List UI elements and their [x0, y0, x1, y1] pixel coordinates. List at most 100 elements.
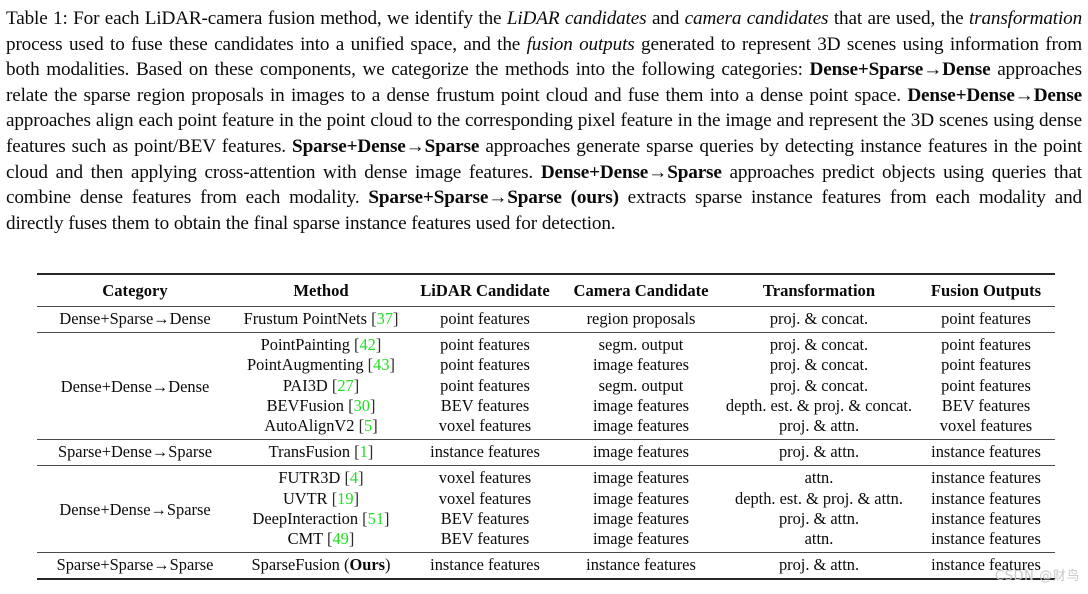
cell-category: Dense+Dense→Dense — [60, 377, 210, 397]
cell-lidar-candidate: point features — [440, 309, 530, 328]
caption-segment-13: Sparse+Dense→Sparse — [292, 135, 480, 157]
citation-bracket-close: ] — [392, 309, 399, 328]
cell-method: BEVFusion [30] — [233, 396, 409, 416]
cell-camera-candidate: image features — [592, 416, 689, 436]
cell-category: Sparse+Dense→Sparse — [58, 442, 212, 462]
table-row: Dense+Sparse→Dense Frustum PointNets [37]… — [37, 306, 1055, 333]
cell-method: Frustum PointNets [37] — [233, 307, 409, 333]
cell-lidar-candidate: point features — [440, 335, 530, 355]
cell-method: FUTR3D [4] — [233, 466, 409, 489]
caption-segment-1: LiDAR candidates — [506, 8, 647, 29]
cell-method: SparseFusion (Ours) — [251, 555, 391, 575]
ours-marker: Ours — [349, 555, 385, 575]
method-name: TransFusion — [268, 442, 351, 462]
citation-number[interactable]: 43 — [373, 355, 389, 374]
cell-category: Dense+Sparse→Dense — [59, 309, 211, 328]
caption-segment-2: and — [646, 8, 685, 29]
paper-table-page: Table 1: For each LiDAR-camera fusion me… — [0, 0, 1088, 594]
method-name: DeepInteraction — [252, 508, 359, 528]
citation-number[interactable]: 19 — [337, 489, 353, 508]
cell-lidar-candidate: BEV features — [440, 529, 530, 549]
table-body: Dense+Sparse→Dense Frustum PointNets [37]… — [37, 306, 1055, 580]
cell-method: TransFusion [1] — [233, 440, 409, 466]
cell-method: UVTR [19] — [233, 489, 409, 509]
citation-number[interactable]: 49 — [332, 529, 348, 548]
caption-segment-6: process used to fuse these candidates in… — [6, 33, 527, 55]
cell-camera-candidate: image features — [592, 468, 689, 488]
cell-camera-candidate: segm. output — [598, 335, 684, 355]
cell-method: PAI3D [27] — [233, 376, 409, 396]
method-name: FUTR3D — [278, 468, 341, 488]
column-header-camera-candidate: Camera Candidate — [573, 281, 709, 300]
cell-fusion-output: instance features — [931, 442, 1041, 462]
cell-camera-candidate: image features — [592, 529, 689, 549]
cell-method: CMT [49] — [233, 529, 409, 553]
citation-bracket-close: ] — [367, 442, 374, 462]
cell-camera-candidate: image features — [592, 395, 689, 415]
method-name: PointAugmenting — [247, 355, 364, 375]
method-name: BEVFusion — [266, 395, 344, 415]
cell-camera-candidate: image features — [592, 488, 689, 508]
citation-bracket-close: ] — [369, 395, 376, 415]
cell-camera-candidate: segm. output — [598, 375, 684, 395]
caption-segment-9: Dense+Sparse→Dense — [809, 59, 991, 81]
cell-transformation: proj. & attn. — [778, 416, 860, 436]
table-row: Sparse+Sparse→Sparse SparseFusion (Ours) i… — [37, 552, 1055, 580]
citation-number[interactable]: 51 — [368, 509, 384, 528]
cell-lidar-candidate: voxel features — [438, 488, 532, 508]
cell-lidar-candidate: BEV features — [440, 395, 530, 415]
cell-method: PointPainting [42] — [233, 333, 409, 356]
table-header-row: Category Method LiDAR Candidate Camera C… — [37, 274, 1055, 307]
citation-number[interactable]: 42 — [359, 335, 375, 354]
cell-transformation: proj. & concat. — [769, 375, 869, 395]
column-header-lidar-candidate: LiDAR Candidate — [420, 281, 550, 300]
method-name: SparseFusion — [251, 555, 340, 575]
citation-number[interactable]: 1 — [360, 442, 368, 461]
citation-number[interactable]: 30 — [354, 396, 370, 415]
table-container: Category Method LiDAR Candidate Camera C… — [37, 273, 1055, 580]
cell-transformation: proj. & concat. — [769, 355, 869, 375]
cell-transformation: attn. — [804, 468, 834, 488]
cell-lidar-candidate: instance features — [430, 555, 540, 575]
citation-bracket-close: ] — [372, 416, 378, 436]
citation-number[interactable]: 27 — [337, 376, 353, 395]
method-name: UVTR — [282, 488, 328, 508]
caption-segment-17: Sparse+Sparse→Sparse (ours) — [368, 187, 619, 209]
caption-segment-11: Dense+Dense→Dense — [907, 84, 1082, 106]
column-header-fusion-outputs: Fusion Outputs — [930, 281, 1042, 300]
citation-number[interactable]: 5 — [364, 416, 372, 435]
cell-lidar-candidate: point features — [440, 375, 530, 395]
caption-segment-4: that are used, the — [828, 8, 969, 29]
cell-transformation: proj. & attn. — [778, 508, 860, 528]
citation-number[interactable]: 4 — [350, 468, 358, 487]
cell-fusion-output: BEV features — [941, 395, 1031, 415]
cell-lidar-candidate: voxel features — [438, 468, 532, 488]
cell-camera-candidate: image features — [592, 508, 689, 528]
cell-transformation: proj. & concat. — [769, 309, 869, 328]
caption-segment-7: fusion outputs — [526, 33, 635, 55]
table-head: Category Method LiDAR Candidate Camera C… — [37, 274, 1055, 307]
cell-lidar-candidate: instance features — [430, 442, 540, 462]
citation-bracket-close: ] — [358, 468, 364, 488]
method-name: CMT — [287, 529, 323, 549]
cell-fusion-output: point features — [941, 375, 1031, 395]
cell-lidar-candidate: BEV features — [440, 508, 530, 528]
column-header-category: Category — [102, 281, 168, 300]
cell-fusion-output: instance features — [931, 468, 1041, 488]
caption-segment-5: transformation — [968, 8, 1083, 29]
citation-bracket-close: ] — [389, 355, 395, 375]
cell-camera-candidate: instance features — [586, 555, 696, 575]
cell-transformation: proj. & attn. — [778, 442, 860, 462]
method-name: PointPainting — [260, 335, 350, 355]
citation-number[interactable]: 37 — [377, 309, 393, 328]
citation-bracket-close: ] — [353, 488, 360, 508]
caption-segment-0: Table 1: For each LiDAR-camera fusion me… — [6, 8, 507, 29]
column-header-transformation: Transformation — [762, 281, 876, 300]
method-name: AutoAlignV2 — [264, 416, 355, 436]
method-name: PAI3D — [282, 375, 328, 395]
citation-bracket-close: ] — [375, 335, 382, 355]
cell-transformation: proj. & attn. — [778, 555, 860, 575]
cell-lidar-candidate: voxel features — [438, 416, 532, 436]
table-row: Dense+Dense→Dense PointPainting [42] point… — [37, 332, 1055, 396]
cell-lidar-candidate: point features — [440, 355, 530, 375]
